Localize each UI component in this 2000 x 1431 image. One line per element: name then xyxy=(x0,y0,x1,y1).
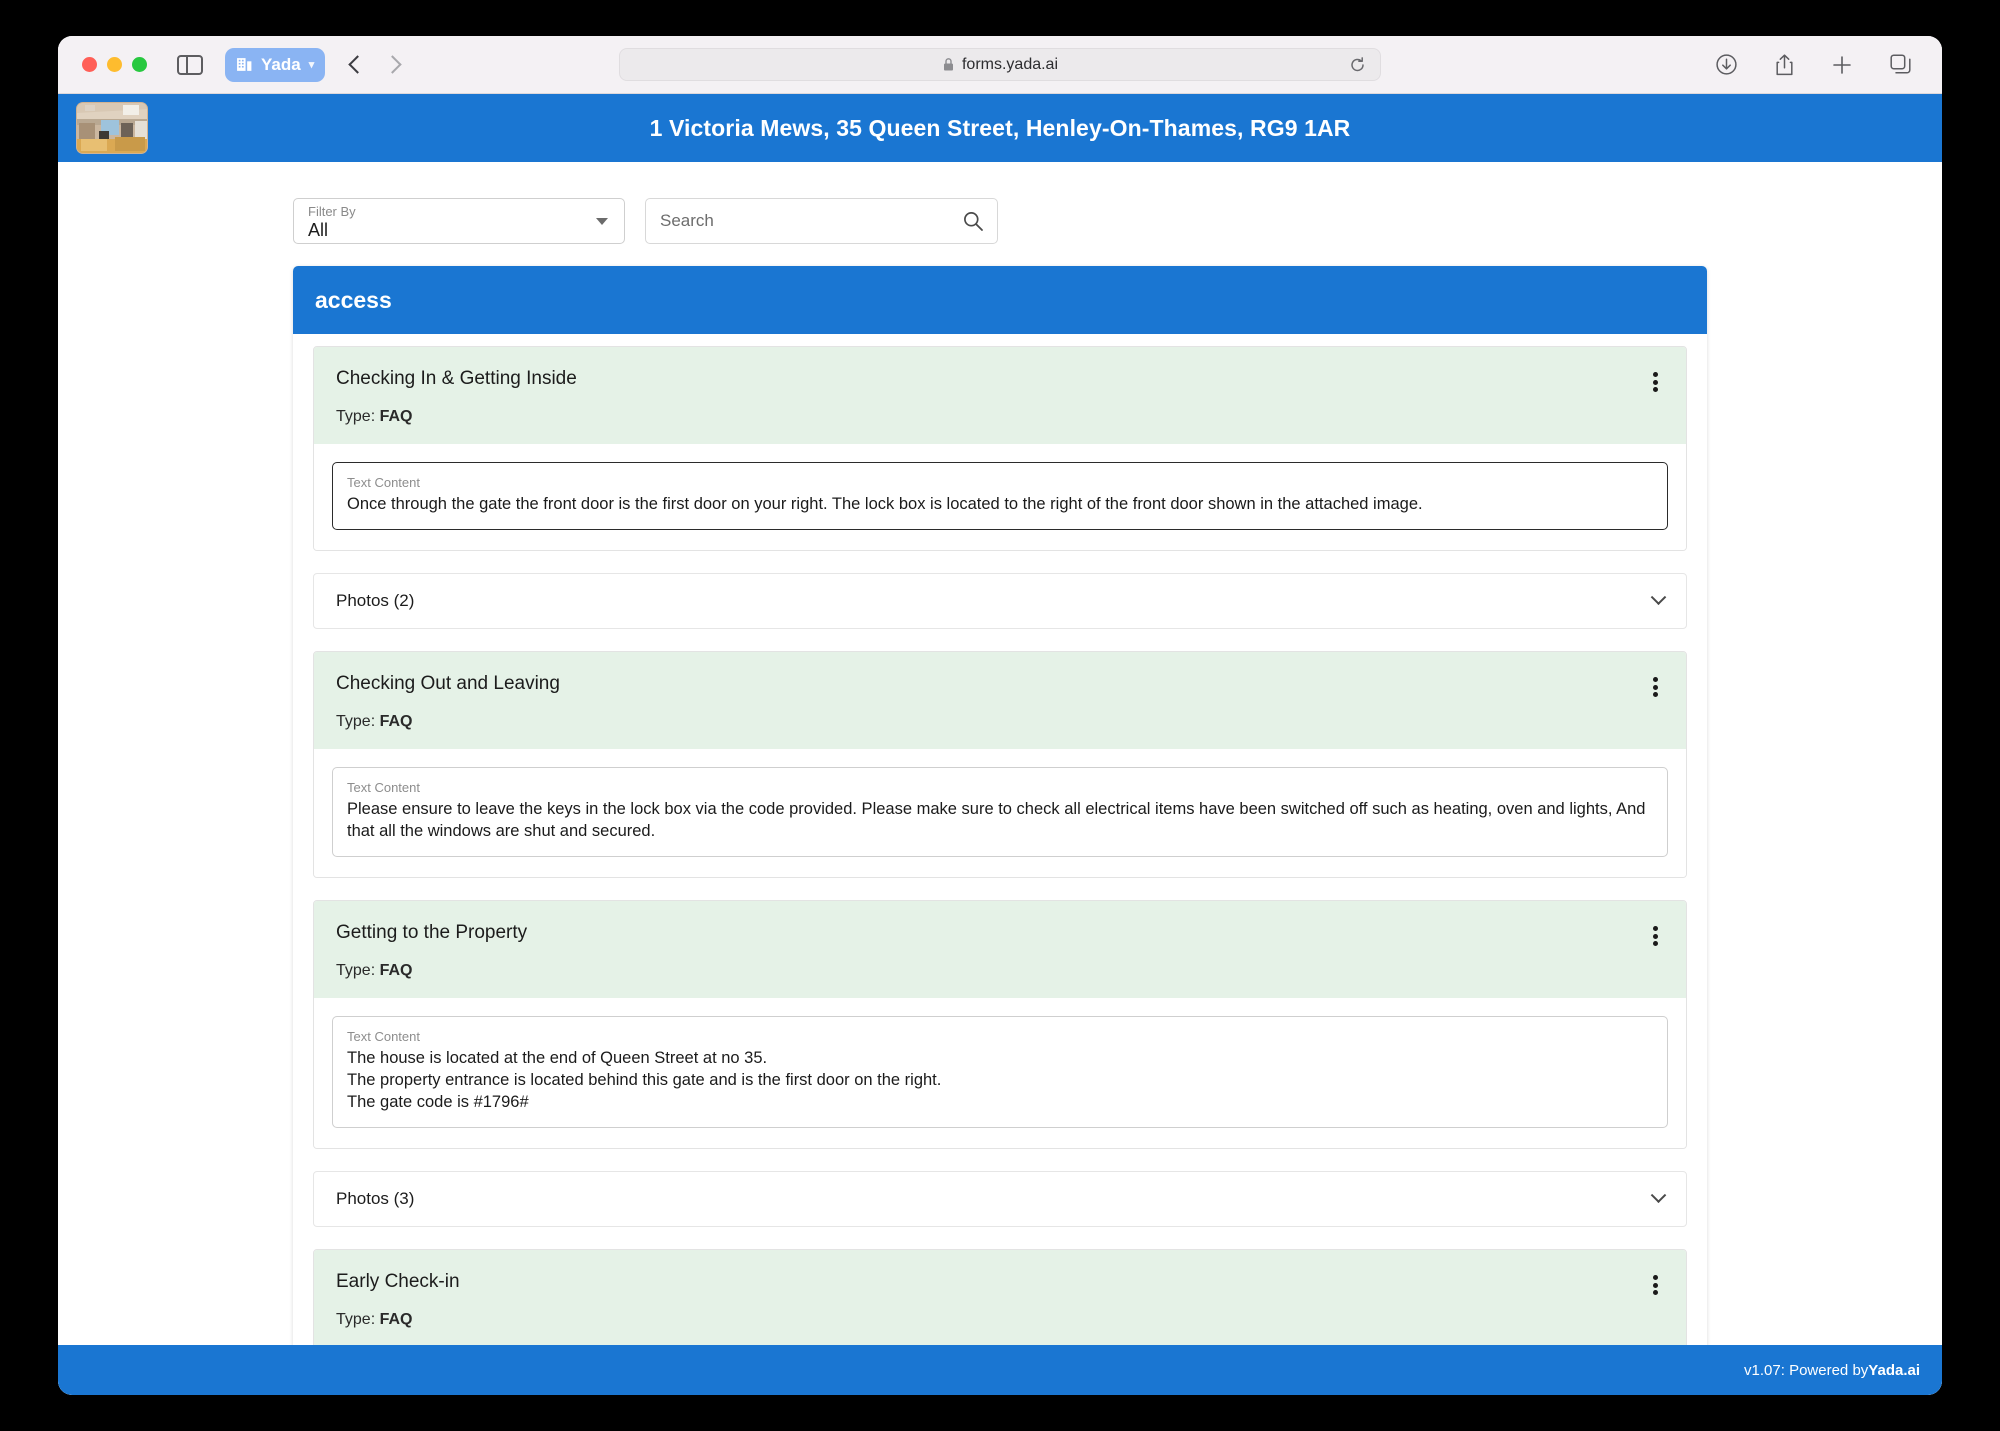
faq-card-header: Checking In & Getting Inside Type: FAQ xyxy=(314,347,1686,444)
faq-card-title: Getting to the Property xyxy=(336,922,528,943)
filter-by-select[interactable]: Filter By All xyxy=(293,198,625,244)
faq-card: Checking In & Getting Inside Type: FAQ Tex… xyxy=(313,346,1687,551)
faq-card-title: Checking In & Getting Inside xyxy=(336,368,577,389)
sidebar-toggle-icon[interactable] xyxy=(177,54,203,75)
card-options-menu-icon[interactable] xyxy=(1644,674,1666,700)
navigation-arrows xyxy=(348,55,402,74)
text-content-value: Once through the gate the front door is … xyxy=(347,495,1423,513)
faq-type-label: Type: xyxy=(336,962,380,979)
app-header: 1 Victoria Mews, 35 Queen Street, Henley… xyxy=(58,94,1942,162)
reload-icon[interactable] xyxy=(1349,56,1366,73)
text-content-field[interactable]: Text Content Once through the gate the fr… xyxy=(332,462,1668,530)
faq-type-label: Type: xyxy=(336,1311,380,1328)
filter-by-value: All xyxy=(308,220,329,240)
panel-body: Checking In & Getting Inside Type: FAQ Tex… xyxy=(293,334,1707,1345)
close-window-button[interactable] xyxy=(82,57,97,72)
text-content-field[interactable]: Text Content Please ensure to leave the k… xyxy=(332,767,1668,857)
card-options-menu-icon[interactable] xyxy=(1644,1272,1666,1298)
property-thumbnail[interactable] xyxy=(76,102,148,154)
photos-accordion[interactable]: Photos (2) xyxy=(313,573,1687,629)
minimize-window-button[interactable] xyxy=(107,57,122,72)
filter-controls: Filter By All Search xyxy=(293,198,1707,244)
profile-label: Yada xyxy=(261,54,301,74)
chevron-down-icon xyxy=(1650,1186,1667,1203)
faq-type-value: FAQ xyxy=(379,713,413,730)
chevron-down-icon xyxy=(596,218,608,225)
address-bar[interactable]: forms.yada.ai xyxy=(619,48,1381,81)
text-content-value: The house is located at the end of Queen… xyxy=(347,1049,942,1111)
text-content-label: Text Content xyxy=(347,780,420,795)
toolbar-actions xyxy=(1715,53,1924,77)
faq-card-header: Getting to the Property Type: FAQ xyxy=(314,901,1686,998)
back-chevron-icon[interactable] xyxy=(348,55,367,74)
faq-card-type: Type: FAQ xyxy=(336,713,1664,731)
page-title: 1 Victoria Mews, 35 Queen Street, Henley… xyxy=(649,114,1351,141)
browser-window: Yada ▾ forms.yada.ai 1 Victoria Mews, 35… xyxy=(58,36,1942,1395)
photos-accordion-label: Photos (3) xyxy=(336,1189,415,1208)
faq-card-body: Text Content Once through the gate the fr… xyxy=(314,444,1686,550)
text-content-value: Please ensure to leave the keys in the l… xyxy=(347,800,1651,840)
panel-title: access xyxy=(293,266,1707,334)
web-page: 1 Victoria Mews, 35 Queen Street, Henley… xyxy=(58,94,1942,1395)
search-placeholder: Search xyxy=(660,211,714,230)
card-options-menu-icon[interactable] xyxy=(1644,923,1666,949)
faq-type-value: FAQ xyxy=(379,408,413,425)
text-content-label: Text Content xyxy=(347,1029,420,1044)
faq-card: Checking Out and Leaving Type: FAQ Text Co… xyxy=(313,651,1687,878)
maximize-window-button[interactable] xyxy=(132,57,147,72)
faq-card-title: Early Check-in xyxy=(336,1271,460,1292)
footer-brand: Yada.ai xyxy=(1868,1361,1920,1379)
filter-by-label: Filter By xyxy=(308,204,356,219)
search-input[interactable]: Search xyxy=(645,198,998,244)
faq-type-value: FAQ xyxy=(379,1311,413,1328)
search-icon[interactable] xyxy=(962,210,984,232)
share-icon[interactable] xyxy=(1774,53,1795,77)
faq-card: Getting to the Property Type: FAQ Text Con… xyxy=(313,900,1687,1149)
property-interior-image xyxy=(77,103,147,153)
faq-card-type: Type: FAQ xyxy=(336,408,1664,426)
faq-card: Early Check-inType: FAQText Content xyxy=(313,1249,1687,1345)
faq-card-type: Type: FAQ xyxy=(336,962,1664,980)
text-content-label: Text Content xyxy=(347,475,420,490)
building-icon xyxy=(237,58,252,71)
chevron-down-icon xyxy=(1650,588,1667,605)
faq-card-header: Early Check-in Type: FAQ xyxy=(314,1250,1686,1345)
lock-icon xyxy=(943,58,953,71)
page-content: Filter By All Search access Checking In … xyxy=(58,162,1942,1345)
profile-button[interactable]: Yada ▾ xyxy=(225,47,326,82)
photos-accordion[interactable]: Photos (3) xyxy=(313,1171,1687,1227)
app-footer: v1.07: Powered by Yada.ai xyxy=(58,1345,1942,1395)
forward-chevron-icon[interactable] xyxy=(383,55,402,74)
faq-card-body: Text Content The house is located at the … xyxy=(314,998,1686,1148)
faq-card-title: Checking Out and Leaving xyxy=(336,673,560,694)
chevron-down-icon: ▾ xyxy=(308,59,315,71)
faq-card-type: Type: FAQ xyxy=(336,1311,1664,1329)
url-text: forms.yada.ai xyxy=(961,55,1059,73)
faq-card-header: Checking Out and Leaving Type: FAQ xyxy=(314,652,1686,749)
download-icon[interactable] xyxy=(1715,53,1738,76)
access-panel: access Checking In & Getting Inside Type:… xyxy=(293,266,1707,1345)
faq-type-label: Type: xyxy=(336,408,380,425)
window-controls xyxy=(82,57,147,72)
faq-type-value: FAQ xyxy=(379,962,413,979)
footer-version: v1.07: Powered by xyxy=(1744,1361,1869,1379)
card-options-menu-icon[interactable] xyxy=(1644,369,1666,395)
faq-type-label: Type: xyxy=(336,713,380,730)
text-content-field[interactable]: Text Content The house is located at the … xyxy=(332,1016,1668,1128)
browser-toolbar: Yada ▾ forms.yada.ai xyxy=(58,36,1942,94)
plus-icon[interactable] xyxy=(1831,54,1853,76)
tabs-overview-icon[interactable] xyxy=(1889,53,1912,76)
photos-accordion-label: Photos (2) xyxy=(336,591,415,610)
faq-card-body: Text Content Please ensure to leave the k… xyxy=(314,749,1686,877)
